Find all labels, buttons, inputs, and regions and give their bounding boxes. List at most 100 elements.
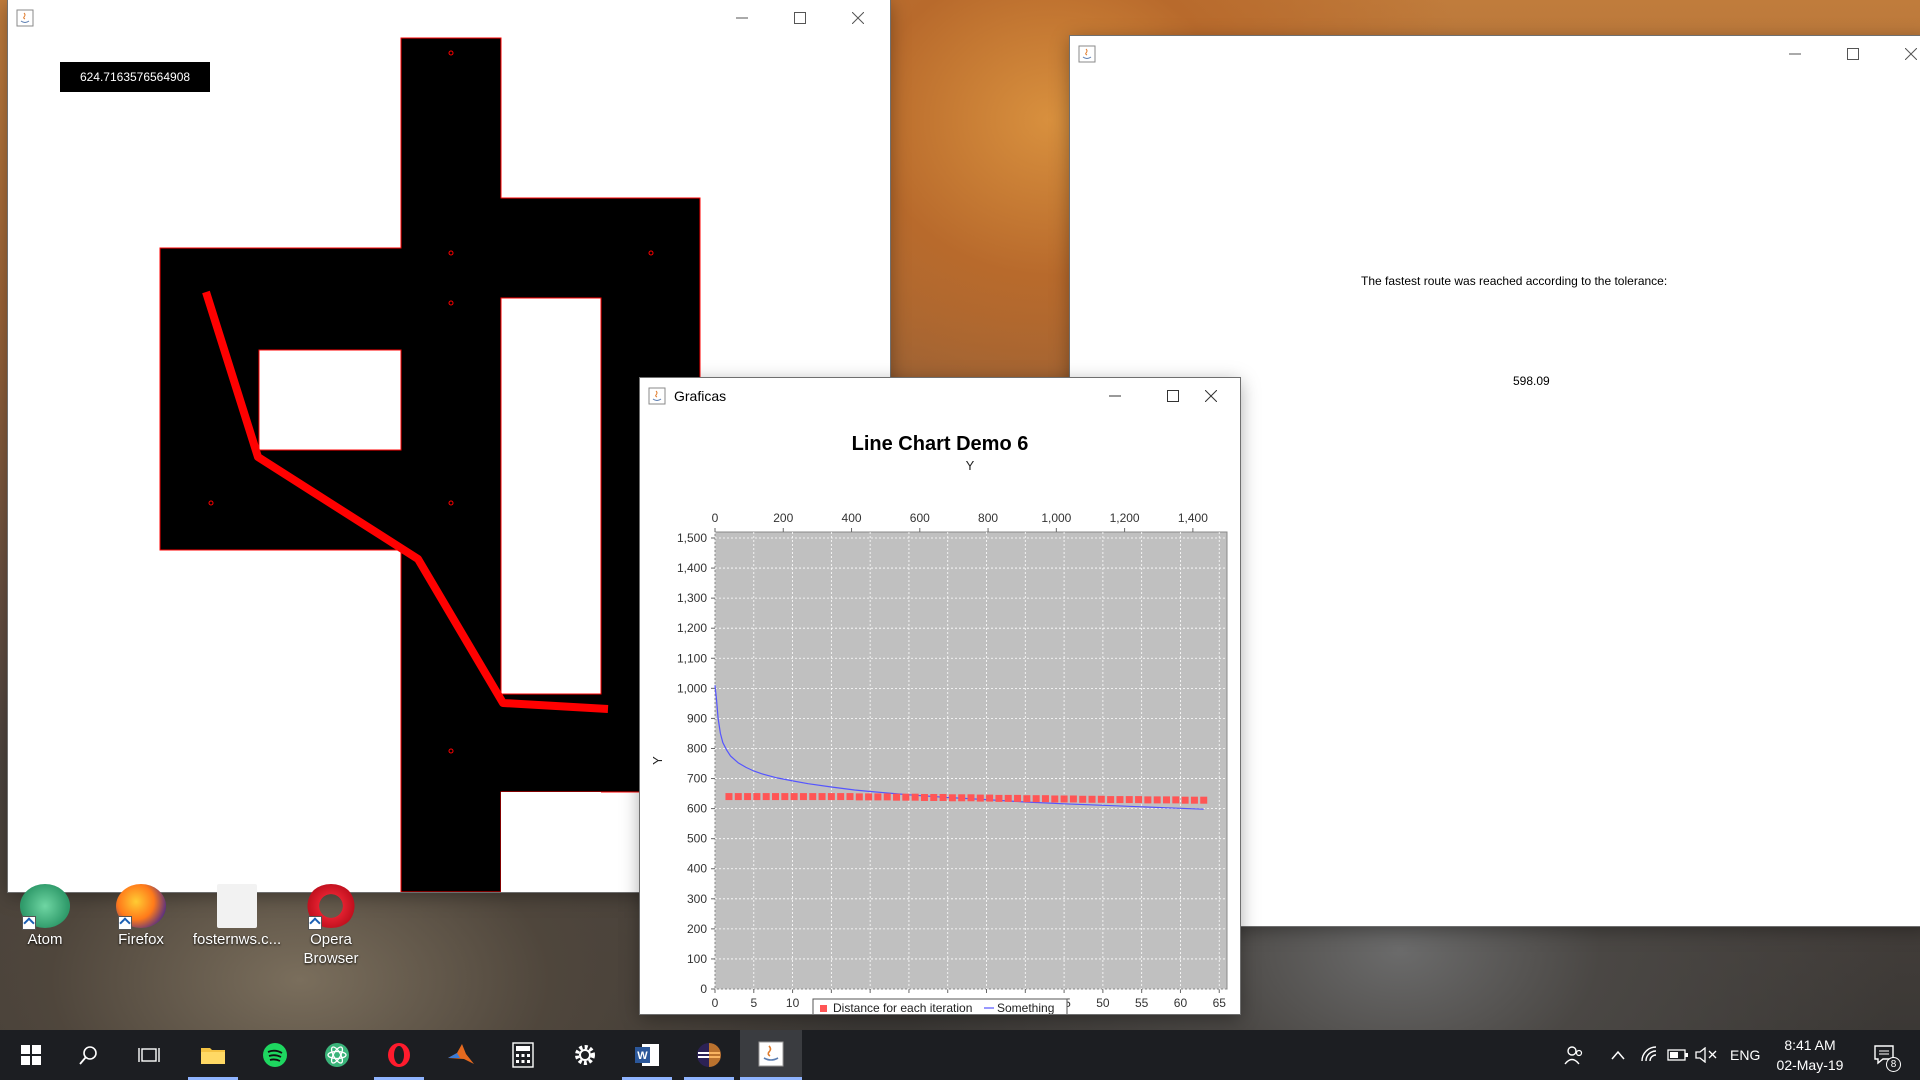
data-point-distance — [1088, 795, 1096, 803]
windows-logo-icon — [21, 1045, 41, 1065]
start-button[interactable] — [0, 1030, 62, 1080]
data-point-distance — [995, 794, 1003, 802]
top-tick-label: 400 — [842, 511, 862, 525]
y-tick-label: 1,400 — [677, 561, 707, 575]
data-point-distance — [753, 793, 761, 801]
gear-icon — [575, 1045, 595, 1065]
battery-button[interactable] — [1666, 1030, 1690, 1080]
legend-marker-distance — [820, 1005, 827, 1012]
data-point-distance — [911, 793, 919, 801]
result-message: The fastest route was reached according … — [1361, 274, 1668, 288]
search-icon — [79, 1046, 97, 1065]
data-point-distance — [1107, 796, 1115, 804]
eclipse-taskbar[interactable] — [678, 1030, 740, 1080]
clock-date: 02-May-19 — [1776, 1057, 1844, 1073]
atom-taskbar[interactable] — [306, 1030, 368, 1080]
data-point-distance — [1153, 796, 1161, 804]
spotify-taskbar[interactable] — [244, 1030, 306, 1080]
y-tick-label: 300 — [687, 892, 707, 906]
chevron-up-icon — [1611, 1050, 1625, 1060]
desktop-icon-opera[interactable]: Opera Browser — [286, 884, 376, 968]
matlab-taskbar[interactable] — [430, 1030, 492, 1080]
eclipse-icon — [697, 1043, 721, 1067]
volume-muted-icon — [1695, 1047, 1717, 1063]
language-indicator[interactable]: ENG — [1730, 1030, 1760, 1080]
calculator-icon — [512, 1042, 534, 1068]
data-point-distance — [1116, 796, 1124, 804]
java-taskbar[interactable] — [740, 1030, 802, 1080]
task-view-icon — [138, 1048, 160, 1062]
y-tick-label: 100 — [687, 952, 707, 966]
data-point-distance — [827, 793, 835, 801]
data-point-distance — [809, 793, 817, 801]
minimize-button[interactable] — [713, 0, 771, 36]
y-axis-label: Y — [650, 756, 665, 765]
shortcut-arrow-icon — [118, 916, 132, 930]
data-point-distance — [883, 793, 891, 801]
x-tick-label: 50 — [1096, 996, 1110, 1010]
clock[interactable]: 8:41 AM 02-May-19 — [1770, 1030, 1850, 1080]
desktop-icon-label: fosternws.c... — [192, 931, 282, 948]
show-hidden-icons-button[interactable] — [1608, 1030, 1628, 1080]
volume-button[interactable] — [1694, 1030, 1718, 1080]
y-tick-label: 0 — [700, 982, 707, 996]
file-explorer-taskbar[interactable] — [182, 1030, 244, 1080]
atom-icon — [325, 1043, 349, 1067]
opera-icon — [388, 1043, 410, 1067]
data-point-distance — [1069, 795, 1077, 803]
maze-window-titlebar[interactable] — [8, 0, 890, 36]
calculator-taskbar[interactable] — [492, 1030, 554, 1080]
opera-icon — [306, 884, 356, 930]
y-tick-label: 400 — [687, 862, 707, 876]
data-point-distance — [1172, 796, 1180, 804]
data-point-distance — [976, 794, 984, 802]
maximize-button[interactable] — [771, 0, 829, 36]
close-button[interactable] — [1882, 36, 1920, 72]
data-point-distance — [762, 793, 770, 801]
minimize-button[interactable] — [1086, 378, 1144, 414]
network-button[interactable] — [1638, 1030, 1662, 1080]
opera-taskbar[interactable] — [368, 1030, 430, 1080]
data-point-distance — [939, 793, 947, 801]
chart-title: Line Chart Demo 6 — [852, 433, 1029, 455]
data-point-distance — [725, 793, 733, 801]
y-tick-label: 700 — [687, 772, 707, 786]
top-axis-label: Y — [966, 458, 975, 473]
desktop-icon-firefox[interactable]: Firefox — [96, 884, 186, 949]
settings-taskbar[interactable] — [554, 1030, 616, 1080]
x-tick-label: 55 — [1135, 996, 1149, 1010]
chart-window-titlebar[interactable]: Graficas — [640, 378, 1240, 414]
minimize-button[interactable] — [1766, 36, 1824, 72]
action-center-button[interactable]: 8 — [1865, 1030, 1905, 1080]
x-tick-label: 65 — [1213, 996, 1227, 1010]
data-point-distance — [781, 793, 789, 801]
data-point-distance — [1060, 795, 1068, 803]
word-taskbar[interactable]: W — [616, 1030, 678, 1080]
data-point-distance — [874, 793, 882, 801]
java-icon — [648, 387, 666, 405]
chart-panel: Line Chart Demo 6Y0510152025303540455055… — [640, 414, 1240, 1030]
desktop-icon-atom[interactable]: Atom — [0, 884, 90, 949]
maximize-button[interactable] — [1824, 36, 1882, 72]
chart-window[interactable]: Graficas Line Chart Demo 6Y0510152025303… — [640, 378, 1240, 1030]
search-button[interactable] — [58, 1030, 120, 1080]
people-button[interactable] — [1560, 1030, 1588, 1080]
data-point-distance — [1014, 794, 1022, 802]
window-title: Graficas — [674, 388, 727, 404]
y-tick-label: 1,200 — [677, 621, 707, 635]
data-point-distance — [1144, 796, 1152, 804]
data-point-distance — [1051, 795, 1059, 803]
desktop-icon-file[interactable]: fosternws.c... — [192, 884, 282, 949]
folder-icon — [201, 1048, 225, 1064]
data-point-distance — [855, 793, 863, 801]
top-tick-label: 1,200 — [1110, 511, 1140, 525]
data-point-distance — [1041, 795, 1049, 803]
result-window-titlebar[interactable] — [1070, 36, 1920, 72]
data-point-distance — [986, 794, 994, 802]
close-button[interactable] — [829, 0, 887, 36]
close-button[interactable] — [1182, 378, 1240, 414]
data-point-distance — [837, 793, 845, 801]
task-view-button[interactable] — [118, 1030, 180, 1080]
result-value: 598.09 — [1513, 374, 1550, 388]
people-icon — [1564, 1046, 1583, 1065]
